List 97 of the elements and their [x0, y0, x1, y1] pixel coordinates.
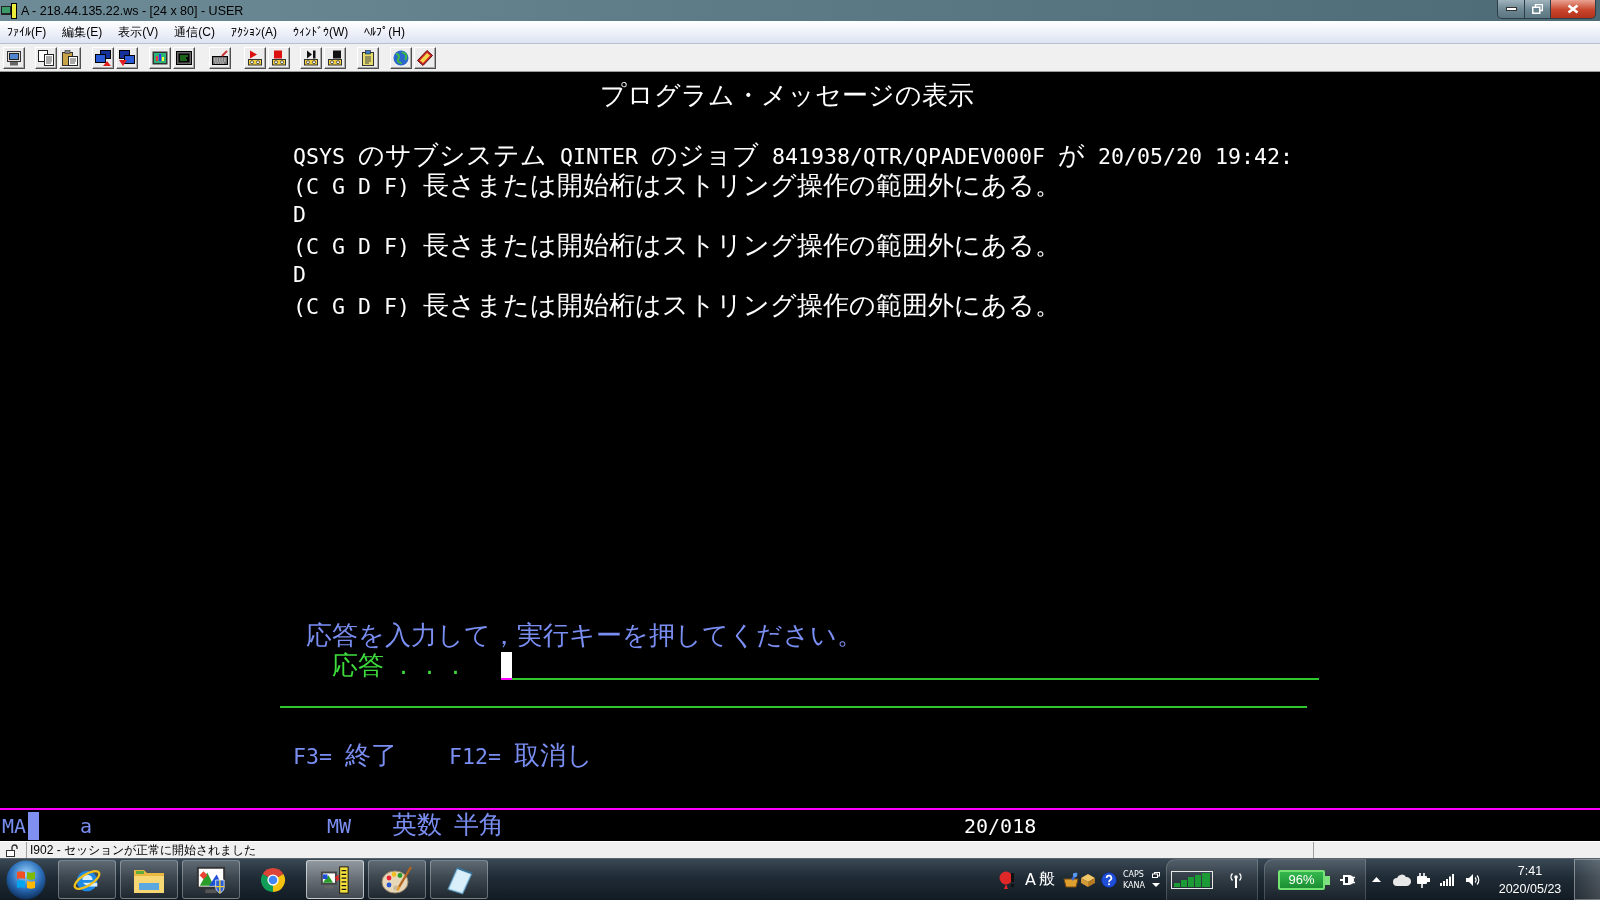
toolbar-button[interactable]	[116, 46, 138, 69]
block-cursor-icon	[28, 811, 39, 840]
package-icon[interactable]	[1079, 872, 1096, 887]
tape-step-icon	[303, 49, 319, 66]
monitor-bar-icon	[1, 2, 17, 19]
menu-item[interactable]: ﾌｧｲﾙ(F)	[3, 24, 51, 40]
minimize-button[interactable]	[1497, 0, 1525, 19]
monitor-shield-icon	[196, 864, 226, 895]
minimize-icon	[1505, 7, 1517, 11]
toolbar-button[interactable]	[414, 46, 436, 69]
lock-key-label: KANA	[1122, 880, 1145, 890]
book-icon	[417, 49, 433, 66]
oia-status: MA	[2, 812, 28, 840]
taskbar-button[interactable]	[430, 860, 488, 899]
oia-input-mode: a	[80, 812, 94, 840]
oia-field-mode: MW	[327, 812, 353, 840]
screen-title: プログラム・メッセージの表示	[600, 80, 974, 110]
menu-item[interactable]: 表示(V)	[114, 22, 163, 42]
cursor-position: 20/018	[964, 812, 1038, 840]
toolbar-button[interactable]	[390, 46, 412, 69]
caret-up-icon[interactable]	[1372, 877, 1381, 882]
toolbar-button[interactable]	[35, 46, 57, 69]
clock[interactable]: 7:41 2020/05/23	[1490, 861, 1570, 898]
caret-down-icon[interactable]	[1152, 883, 1160, 887]
block-cursor-icon	[501, 652, 512, 680]
menu-item[interactable]: ｳｨﾝﾄﾞｳ(W)	[289, 24, 353, 40]
copy-icon	[38, 49, 54, 66]
help-icon[interactable]	[1100, 871, 1117, 888]
tape-stop-icon	[271, 49, 287, 66]
tape-stop-icon	[327, 49, 343, 66]
signal-bars-icon[interactable]	[1440, 873, 1454, 886]
keyboard-icon	[212, 49, 228, 66]
taskbar-button[interactable]	[306, 860, 364, 899]
ime-mode-label[interactable]: 般	[1038, 869, 1055, 890]
ime-mode-label[interactable]: A	[1025, 870, 1036, 889]
toolbar-button[interactable]	[324, 46, 346, 69]
windows-up-arrow-icon	[95, 49, 111, 66]
toolbar-button[interactable]	[149, 46, 171, 69]
function-key-hint: F12= 取消し	[449, 740, 594, 770]
window-title: A - 218.44.135.22.ws - [24 x 80] - USER	[21, 3, 244, 18]
function-key-hint: F3= 終了	[293, 740, 397, 770]
menu-item[interactable]: ﾍﾙﾌﾟ(H)	[360, 24, 409, 40]
instruction-text: 応答を入力して，実行キーを押してください。	[306, 620, 863, 650]
taskbar-button[interactable]	[182, 860, 240, 899]
start-button[interactable]	[6, 859, 46, 900]
taskbar-button[interactable]	[120, 860, 178, 899]
lock-key-label: CAPS	[1122, 869, 1145, 879]
taskbar-button[interactable]	[58, 860, 116, 899]
message-line: D	[293, 261, 306, 289]
message-line: (C G D F) 長さまたは開始桁はストリング操作の範囲外にある。	[293, 170, 1061, 200]
clipboard-icon	[360, 49, 376, 66]
toolbox-icon[interactable]	[1062, 871, 1079, 888]
oia-ime-mode: 英数 半角	[392, 810, 506, 841]
terminal-screen-icon	[176, 49, 192, 66]
tape-play-icon	[247, 49, 263, 66]
antenna-icon[interactable]	[1229, 872, 1243, 888]
message-line: D	[293, 201, 306, 229]
toolbar-button[interactable]	[173, 46, 195, 69]
toolbar-button[interactable]	[92, 46, 114, 69]
plug-icon[interactable]	[1339, 873, 1355, 887]
menu-item[interactable]: 通信(C)	[170, 22, 219, 42]
toolbar-button[interactable]	[3, 46, 25, 69]
start-orb-icon	[6, 859, 46, 900]
restore-icon[interactable]	[1152, 872, 1160, 878]
restore-icon	[1532, 4, 1543, 14]
reply-label: 応答 . . .	[332, 650, 462, 680]
screen-chart-icon	[152, 49, 168, 66]
show-desktop-button[interactable]	[1574, 859, 1600, 900]
restore-button[interactable]	[1524, 0, 1551, 19]
power-plug-icon[interactable]	[1416, 871, 1430, 888]
alert-pin-icon[interactable]	[999, 870, 1015, 889]
palette-icon	[381, 864, 413, 895]
message-line: (C G D F) 長さまたは開始桁はストリング操作の範囲外にある。	[293, 290, 1061, 320]
toolbar-button[interactable]	[357, 46, 379, 69]
toolbar-button[interactable]	[268, 46, 290, 69]
toolbar-button[interactable]	[59, 46, 81, 69]
status-message: I902 - セッションが正常に開始されました	[30, 842, 257, 858]
notepad-icon	[444, 864, 474, 895]
signal-bars-icon[interactable]	[1171, 871, 1213, 889]
message-line: (C G D F) 長さまたは開始桁はストリング操作の範囲外にある。	[293, 230, 1061, 260]
menu-item[interactable]: ｱｸｼｮﾝ(A)	[227, 24, 281, 40]
paste-icon	[62, 49, 78, 66]
message-line: QSYS のサブシステム QINTER のジョブ 841938/QTR/QPADEV000F が 20/05/20 19:42:	[293, 140, 1294, 170]
toolbar-button[interactable]	[244, 46, 266, 69]
cloud-icon[interactable]	[1393, 873, 1411, 886]
toolbar-button[interactable]	[300, 46, 322, 69]
menu-item[interactable]: 編集(E)	[58, 22, 107, 42]
monitor-icon	[6, 49, 22, 66]
reply-field[interactable]	[501, 652, 1319, 680]
close-button[interactable]	[1550, 0, 1596, 19]
toolbar-button[interactable]	[209, 46, 231, 69]
close-icon	[1567, 4, 1579, 14]
windows-down-arrow-icon	[119, 49, 135, 66]
globe-icon	[393, 49, 409, 66]
taskbar-button[interactable]	[368, 860, 426, 899]
speaker-icon[interactable]	[1466, 872, 1480, 887]
monitor-server-icon	[320, 864, 350, 895]
